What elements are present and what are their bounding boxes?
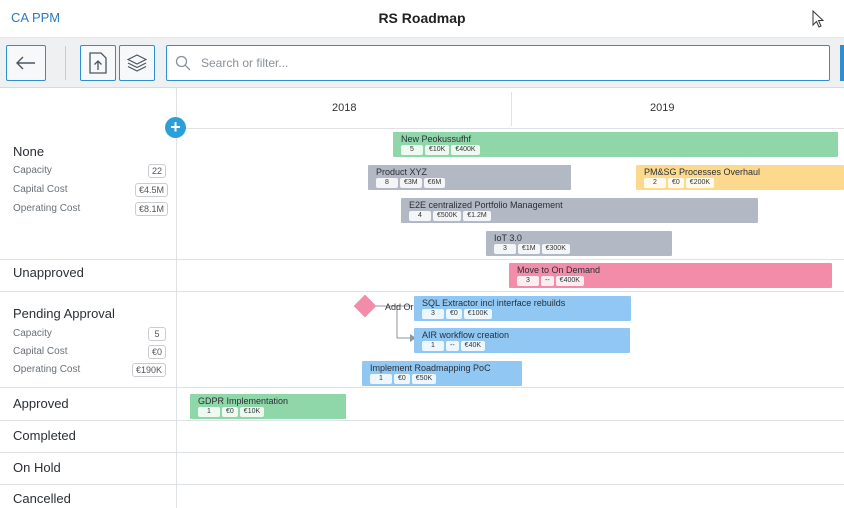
row-separator: [0, 387, 844, 388]
roadmap-item-name: IoT 3.0: [494, 233, 522, 243]
item-count-chip: 4: [409, 211, 431, 221]
year-divider: [511, 92, 512, 126]
roadmap-item-bar[interactable]: IoT 3.0 3 €1M €300K: [486, 231, 672, 256]
year-label-2018: 2018: [332, 102, 357, 114]
item-capital-chip: --: [541, 276, 554, 286]
roadmap-item-bar[interactable]: New Peokussufhf 5 €10K €400K: [393, 132, 838, 157]
item-operating-chip: €6M: [423, 178, 446, 188]
metric-value-badge: €0: [148, 345, 167, 359]
back-button[interactable]: [6, 45, 46, 81]
item-capital-chip: €500K: [433, 211, 462, 221]
metric-value-badge: 5: [148, 327, 166, 341]
row-separator: [0, 484, 844, 485]
group-title-cancelled[interactable]: Cancelled: [13, 491, 71, 506]
roadmap-item-bar[interactable]: AIR workflow creation 1 -- €40K: [414, 328, 630, 353]
item-capital-chip: €0: [446, 309, 462, 319]
group-column-border: [176, 88, 177, 508]
toolbar: [0, 38, 844, 88]
group-title-completed[interactable]: Completed: [13, 428, 76, 443]
item-count-chip: 1: [198, 407, 220, 417]
row-separator: [0, 420, 844, 421]
item-count-chip: 3: [422, 309, 444, 319]
group-title-approved[interactable]: Approved: [13, 396, 69, 411]
page-title: RS Roadmap: [378, 10, 466, 26]
item-capital-chip: €3M: [400, 178, 422, 188]
metric-label: Capital Cost: [13, 346, 68, 357]
item-capital-chip: €0: [394, 374, 410, 384]
roadmap-item-name: New Peokussufhf: [401, 134, 472, 144]
search-icon: [175, 55, 191, 71]
timeline-header: 2018 2019: [177, 88, 844, 129]
roadmap-item-bar[interactable]: SQL Extractor incl interface rebuilds 3 €…: [414, 296, 631, 321]
group-title-pending-approval[interactable]: Pending Approval: [13, 306, 115, 321]
item-operating-chip: €200K: [685, 178, 715, 188]
item-count-chip: 5: [401, 145, 423, 155]
group-title-on-hold[interactable]: On Hold: [13, 460, 61, 475]
roadmap-item-bar[interactable]: PM&SG Processes Overhaul 2 €0 €200K: [636, 165, 844, 190]
item-capital-chip: --: [446, 341, 459, 351]
item-capital-chip: €10K: [425, 145, 450, 155]
item-count-chip: 8: [376, 178, 398, 188]
metric-value-badge: €8.1M: [135, 202, 169, 216]
roadmap-item-bar[interactable]: Product XYZ 8 €3M €6M: [368, 165, 571, 190]
mouse-cursor-icon: [812, 10, 825, 28]
item-capital-chip: €0: [668, 178, 684, 188]
item-count-chip: 1: [422, 341, 444, 351]
milestone-label: Add Or: [385, 302, 414, 312]
item-operating-chip: €100K: [463, 309, 493, 319]
roadmap-item-bar[interactable]: GDPR Implementation 1 €0 €10K: [190, 394, 346, 419]
item-operating-chip: €50K: [411, 374, 437, 384]
item-count-chip: 3: [494, 244, 516, 254]
arrow-left-icon: [16, 56, 35, 70]
item-capital-chip: €1M: [518, 244, 540, 254]
export-button[interactable]: [80, 45, 116, 81]
metric-label: Capital Cost: [13, 184, 68, 195]
item-operating-chip: €10K: [239, 407, 265, 417]
search-box[interactable]: [166, 45, 830, 81]
add-item-button[interactable]: +: [165, 117, 186, 138]
milestone-diamond[interactable]: [353, 294, 377, 318]
roadmap-item-name: Product XYZ: [376, 167, 428, 177]
metric-value-badge: €4.5M: [135, 183, 169, 197]
row-separator: [0, 452, 844, 453]
item-operating-chip: €40K: [460, 341, 486, 351]
metric-label: Operating Cost: [13, 364, 81, 375]
item-count-chip: 3: [517, 276, 539, 286]
roadmap-item-bar[interactable]: Move to On Demand 3 -- €400K: [509, 263, 832, 288]
item-operating-chip: €300K: [541, 244, 570, 254]
metric-label: Operating Cost: [13, 203, 81, 214]
roadmap-item-name: GDPR Implementation: [198, 396, 289, 406]
roadmap-item-name: E2E centralized Portfolio Management: [409, 200, 563, 210]
export-icon: [89, 52, 107, 74]
roadmap-item-name: SQL Extractor incl interface rebuilds: [422, 298, 566, 308]
roadmap-item-bar[interactable]: E2E centralized Portfolio Management 4 €5…: [401, 198, 758, 223]
roadmap-item-name: Implement Roadmapping PoC: [370, 363, 491, 373]
row-separator: [0, 259, 844, 260]
item-capital-chip: €0: [222, 407, 238, 417]
item-operating-chip: €400K: [555, 276, 584, 286]
layers-button[interactable]: [119, 45, 155, 81]
item-count-chip: 1: [370, 374, 392, 384]
search-input[interactable]: [201, 54, 801, 72]
roadmap-item-name: Move to On Demand: [517, 265, 601, 275]
metric-value-badge: 22: [148, 164, 167, 178]
roadmap-item-name: PM&SG Processes Overhaul: [644, 167, 761, 177]
toolbar-divider: [65, 46, 66, 80]
group-title-unapproved[interactable]: Unapproved: [13, 265, 84, 280]
layers-icon: [127, 54, 147, 72]
roadmap-item-name: AIR workflow creation: [422, 330, 510, 340]
metric-label: Capacity: [13, 165, 52, 176]
item-operating-chip: €1.2M: [463, 211, 491, 221]
roadmap-item-bar[interactable]: Implement Roadmapping PoC 1 €0 €50K: [362, 361, 522, 386]
item-operating-chip: €400K: [451, 145, 480, 155]
app-header: CA PPM RS Roadmap: [0, 0, 844, 38]
item-count-chip: 2: [644, 178, 666, 188]
metric-value-badge: €190K: [132, 363, 167, 377]
group-title-none[interactable]: None: [13, 144, 44, 159]
year-label-2019: 2019: [650, 102, 675, 114]
toolbar-edge-button[interactable]: [840, 45, 844, 81]
row-separator: [0, 291, 844, 292]
metric-label: Capacity: [13, 328, 52, 339]
